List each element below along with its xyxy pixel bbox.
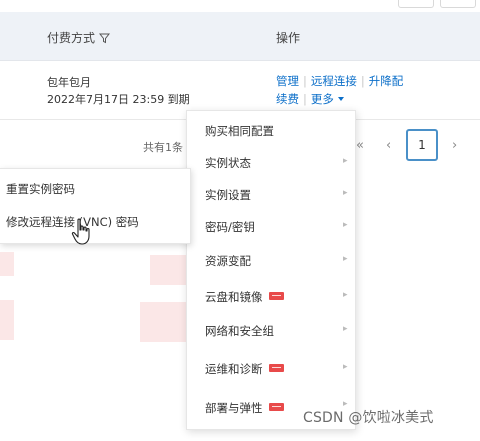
menu-item-label: 云盘和镜像 bbox=[205, 290, 263, 304]
prev-page-icon[interactable]: ‹ bbox=[386, 138, 391, 153]
reset-instance-password-item[interactable]: 重置实例密码 bbox=[6, 181, 75, 197]
new-badge-icon bbox=[268, 364, 284, 372]
more-actions-menu: 购买相同配置 实例状态 ▸ 实例设置 ▸ 密码/密钥 ▸ 资源变配 ▸ 云盘和镜… bbox=[186, 110, 356, 430]
chevron-right-icon: ▸ bbox=[343, 188, 348, 198]
more-dropdown-trigger[interactable]: 更多 bbox=[311, 92, 344, 106]
toolbar-button[interactable] bbox=[440, 0, 476, 8]
actions-column-header: 操作 bbox=[276, 31, 301, 45]
menu-item-instance-settings[interactable]: 实例设置 bbox=[205, 187, 251, 203]
menu-item-label: 资源变配 bbox=[205, 254, 251, 268]
menu-item-label: 网络和安全组 bbox=[205, 324, 274, 338]
menu-item-ops-diagnostics[interactable]: 运维和诊断 bbox=[205, 361, 284, 377]
expiry-date: 2022年7月17日 23:59 到期 bbox=[47, 93, 190, 106]
menu-item-instance-status[interactable]: 实例状态 bbox=[205, 155, 251, 171]
chevron-right-icon: ▸ bbox=[343, 324, 348, 334]
filter-icon[interactable] bbox=[98, 33, 111, 47]
page-button-current[interactable]: 1 bbox=[406, 129, 438, 161]
chevron-down-icon bbox=[337, 97, 344, 101]
new-badge-icon bbox=[268, 292, 284, 300]
background-decoration bbox=[0, 252, 14, 276]
menu-item-resource-change[interactable]: 资源变配 bbox=[205, 253, 251, 269]
billing-column-header[interactable]: 付费方式 bbox=[47, 29, 111, 47]
separator: | bbox=[360, 74, 365, 88]
upgrade-link[interactable]: 升降配 bbox=[369, 74, 404, 88]
separator: | bbox=[303, 74, 307, 88]
next-page-icon[interactable]: › bbox=[452, 138, 457, 153]
row-actions-line1: 管理 | 远程连接 | 升降配 bbox=[276, 73, 403, 89]
chevron-right-icon: ▸ bbox=[343, 220, 348, 230]
billing-header-label: 付费方式 bbox=[47, 31, 96, 45]
total-count: 共有1条 bbox=[143, 141, 183, 154]
separator: | bbox=[303, 92, 307, 106]
new-badge-icon bbox=[268, 403, 284, 411]
toolbar-button[interactable] bbox=[398, 0, 434, 8]
background-decoration bbox=[0, 300, 14, 340]
chevron-right-icon: ▸ bbox=[343, 156, 348, 166]
menu-item-disk-image[interactable]: 云盘和镜像 bbox=[205, 289, 284, 305]
manage-link[interactable]: 管理 bbox=[276, 74, 299, 88]
renew-link[interactable]: 续费 bbox=[276, 92, 299, 106]
more-label: 更多 bbox=[310, 92, 334, 106]
background-decoration bbox=[150, 255, 186, 285]
first-page-icon[interactable]: « bbox=[356, 138, 364, 153]
hand-cursor-icon bbox=[71, 218, 95, 249]
menu-item-label: 实例设置 bbox=[205, 188, 251, 202]
chevron-right-icon: ▸ bbox=[343, 362, 348, 372]
row-actions-line2: 续费 | 更多 bbox=[276, 91, 344, 107]
background-decoration bbox=[140, 302, 186, 342]
menu-item-label: 运维和诊断 bbox=[205, 362, 263, 376]
menu-item-password-key[interactable]: 密码/密钥 bbox=[205, 219, 255, 235]
chevron-right-icon: ▸ bbox=[343, 254, 348, 264]
chevron-right-icon: ▸ bbox=[343, 290, 348, 300]
menu-item-buy-same[interactable]: 购买相同配置 bbox=[205, 123, 274, 139]
table-header: 付费方式 操作 bbox=[0, 12, 480, 61]
menu-item-label: 部署与弹性 bbox=[205, 401, 263, 415]
menu-item-network-security[interactable]: 网络和安全组 bbox=[205, 323, 274, 339]
watermark: CSDN @饮啦冰美式 bbox=[303, 410, 434, 426]
remote-connect-link[interactable]: 远程连接 bbox=[311, 74, 357, 88]
menu-item-label: 购买相同配置 bbox=[205, 124, 274, 138]
menu-item-deploy-elastic[interactable]: 部署与弹性 bbox=[205, 400, 284, 416]
password-submenu: 重置实例密码 修改远程连接 (VNC) 密码 bbox=[0, 168, 191, 244]
top-toolbar-strip bbox=[0, 0, 480, 12]
menu-item-label: 密码/密钥 bbox=[205, 220, 255, 234]
billing-type: 包年包月 bbox=[47, 76, 91, 89]
menu-item-label: 实例状态 bbox=[205, 156, 251, 170]
